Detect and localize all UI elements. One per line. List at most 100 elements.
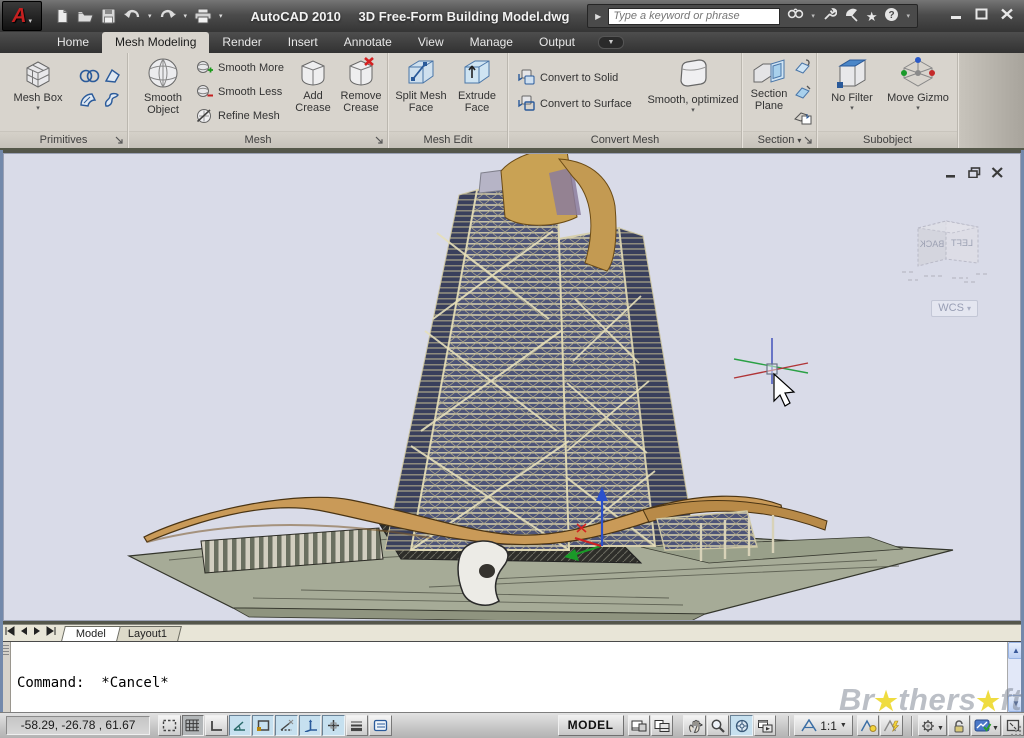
quick-properties-toggle[interactable] xyxy=(369,715,391,736)
smooth-less-button[interactable]: Smooth Less xyxy=(195,84,282,100)
search-dropdown-icon[interactable]: ▾ xyxy=(811,12,815,20)
undo-button[interactable] xyxy=(123,8,141,24)
tab-home[interactable]: Home xyxy=(44,32,102,53)
tab-output[interactable]: Output xyxy=(526,32,588,53)
tab-render[interactable]: Render xyxy=(209,32,274,53)
maximize-button[interactable] xyxy=(975,8,989,20)
section-panel-dropdown-icon[interactable]: ▾ xyxy=(797,136,801,145)
tab-view[interactable]: View xyxy=(405,32,457,53)
osnap-toggle[interactable] xyxy=(252,715,274,736)
show-motion-button[interactable] xyxy=(754,715,776,736)
infocenter-collapse-icon[interactable]: ▶ xyxy=(595,12,601,21)
primitive-wedge-button[interactable] xyxy=(78,91,100,109)
refine-mesh-button[interactable]: Refine Mesh xyxy=(195,108,280,124)
lineweight-toggle[interactable] xyxy=(346,715,368,736)
drawing-close-button[interactable] xyxy=(991,167,1004,181)
grid-toggle[interactable] xyxy=(182,715,204,736)
no-filter-button[interactable]: No Filter ▾ xyxy=(822,56,882,112)
add-crease-button[interactable]: Add Crease xyxy=(289,56,337,114)
favorites-star-icon[interactable]: ★ xyxy=(866,10,878,23)
drawing-canvas[interactable]: BACK LEFT WCS ▾ xyxy=(3,153,1021,621)
add-jog-button[interactable] xyxy=(793,82,813,102)
ribbon-tab-bar: Home Mesh Modeling Render Insert Annotat… xyxy=(0,32,1024,53)
next-tab-button[interactable] xyxy=(32,626,42,639)
last-tab-button[interactable] xyxy=(45,626,57,639)
ducs-toggle[interactable] xyxy=(299,715,321,736)
drawing-restore-button[interactable] xyxy=(968,167,981,181)
new-file-button[interactable] xyxy=(54,8,70,24)
primitive-sweep-button[interactable] xyxy=(102,91,122,109)
steering-wheel-button[interactable] xyxy=(730,715,752,736)
model-space-button[interactable]: MODEL xyxy=(558,715,624,736)
no-filter-icon xyxy=(834,56,870,90)
smooth-object-button[interactable]: Smooth Object xyxy=(135,56,191,116)
dyn-toggle[interactable] xyxy=(322,715,344,736)
viewport-frame: BACK LEFT WCS ▾ xyxy=(0,150,1024,624)
otrack-toggle[interactable] xyxy=(275,715,297,736)
ortho-toggle[interactable] xyxy=(205,715,227,736)
tab-annotate[interactable]: Annotate xyxy=(331,32,405,53)
mesh-dialog-launcher-icon[interactable] xyxy=(375,136,384,145)
help-icon[interactable]: ? xyxy=(884,7,899,25)
resize-grip[interactable] xyxy=(1010,724,1023,737)
command-history: Command: *Cancel* Command: Command: *Can… xyxy=(11,642,1007,712)
annotation-visibility-button[interactable] xyxy=(857,715,879,736)
move-gizmo-button[interactable]: Move Gizmo ▾ xyxy=(886,56,950,112)
smooth-more-icon xyxy=(195,60,213,76)
tab-model[interactable]: Model xyxy=(61,626,121,641)
polar-toggle[interactable] xyxy=(229,715,251,736)
wcs-dropdown[interactable]: WCS ▾ xyxy=(931,300,978,317)
prev-tab-button[interactable] xyxy=(19,626,29,639)
redo-button[interactable] xyxy=(159,8,177,24)
close-button[interactable] xyxy=(1000,8,1014,20)
section-dialog-launcher-icon[interactable] xyxy=(804,136,813,145)
quick-view-layouts-button[interactable] xyxy=(628,715,650,736)
undo-dropdown-icon[interactable]: ▾ xyxy=(148,12,152,20)
mesh-box-button[interactable]: Mesh Box ▾ xyxy=(10,56,66,112)
tab-layout1[interactable]: Layout1 xyxy=(113,626,182,641)
live-section-button[interactable] xyxy=(793,57,813,77)
help-dropdown-icon[interactable]: ▾ xyxy=(906,12,910,20)
extrude-face-button[interactable]: Extrude Face xyxy=(451,56,503,114)
smooth-optimized-button[interactable]: Smooth, optimized ▾ xyxy=(647,56,739,114)
search-icon[interactable] xyxy=(787,7,804,25)
auto-annotation-button[interactable] xyxy=(880,715,902,736)
tab-mesh-modeling[interactable]: Mesh Modeling xyxy=(102,32,209,53)
section-plane-button[interactable]: Section Plane xyxy=(745,56,793,112)
section-panel-label[interactable]: Section▾ xyxy=(743,131,816,148)
search-input[interactable] xyxy=(608,8,780,25)
tab-insert[interactable]: Insert xyxy=(275,32,331,53)
pan-button[interactable] xyxy=(683,715,705,736)
tab-manage[interactable]: Manage xyxy=(457,32,526,53)
smooth-more-button[interactable]: Smooth More xyxy=(195,60,284,76)
minimize-button[interactable] xyxy=(950,8,964,20)
convert-to-surface-button[interactable]: Convert to Surface xyxy=(517,95,632,112)
first-tab-button[interactable] xyxy=(4,626,16,639)
primitive-torus-button[interactable] xyxy=(78,67,100,85)
drawing-minimize-button[interactable] xyxy=(945,167,958,181)
extrude-face-icon xyxy=(460,56,494,88)
quick-view-drawings-button[interactable] xyxy=(651,715,673,736)
communication-center-icon[interactable] xyxy=(844,7,859,25)
coordinates-display[interactable]: -58.29, -26.78 , 61.67 xyxy=(6,716,150,735)
zoom-button[interactable] xyxy=(707,715,729,736)
save-button[interactable] xyxy=(101,8,116,24)
split-mesh-face-button[interactable]: Split Mesh Face xyxy=(393,56,449,114)
ribbon-minimize-button[interactable]: ▼ xyxy=(598,36,624,49)
generate-section-button[interactable] xyxy=(793,107,813,127)
primitive-pyramid-button[interactable] xyxy=(102,67,122,85)
annotation-scale-control[interactable]: 1:1 ▼ xyxy=(794,715,853,736)
application-menu-button[interactable]: A ▾ xyxy=(2,1,42,31)
viewcube[interactable]: BACK LEFT xyxy=(894,202,998,297)
viewcube-left-face[interactable]: LEFT xyxy=(951,238,974,248)
toolbar-lock-button[interactable] xyxy=(948,715,970,736)
remove-crease-button[interactable]: Remove Crease xyxy=(337,56,385,114)
convert-to-solid-button[interactable]: Convert to Solid xyxy=(517,69,618,86)
viewcube-back-face[interactable]: BACK xyxy=(920,239,945,249)
snap-toggle[interactable] xyxy=(158,715,180,736)
primitives-dialog-launcher-icon[interactable] xyxy=(115,136,124,145)
subscription-wrench-icon[interactable] xyxy=(822,7,837,25)
open-file-button[interactable] xyxy=(77,8,94,24)
performance-tuner-button[interactable]: ▼ xyxy=(971,715,1000,736)
workspace-switching-button[interactable]: ▼ xyxy=(918,715,947,736)
